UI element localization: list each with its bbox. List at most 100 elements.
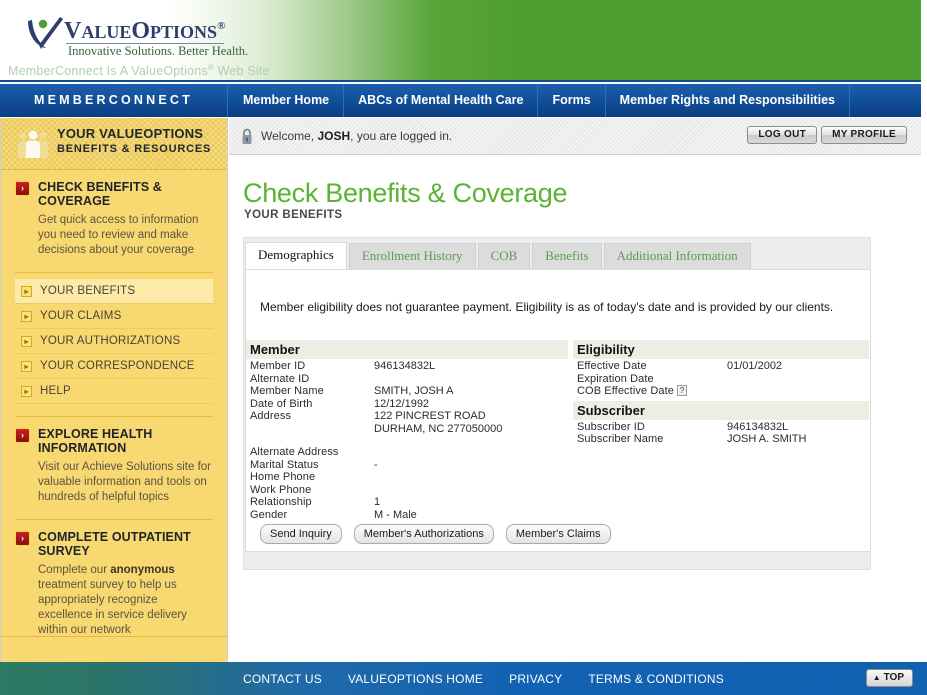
checkmark-swoosh-icon <box>28 17 63 49</box>
field-label <box>250 423 374 436</box>
brand-memberconnect[interactable]: MEMBERCONNECT <box>0 84 228 117</box>
field-label: COB Effective Date? <box>577 385 727 398</box>
field-value: M - Male <box>374 508 417 521</box>
nav-item-member-home[interactable]: Member Home <box>229 84 345 117</box>
member-row-date-of-birth: Date of Birth 12/12/1992 <box>246 398 568 411</box>
masthead: VALUEOPTIONS® Innovative Solutions. Bett… <box>0 0 921 82</box>
welcome-username: JOSH <box>317 129 351 143</box>
arrow-square-icon: ▸ <box>21 310 32 322</box>
valueoptions-logo[interactable]: VALUEOPTIONS® Innovative Solutions. Bett… <box>26 13 248 61</box>
field-label: Address <box>250 410 292 422</box>
cob-label-text: COB Effective Date <box>577 385 674 397</box>
top-label: TOP <box>883 672 904 683</box>
field-value <box>374 471 568 484</box>
page-subtitle: YOUR BENEFITS <box>244 209 343 221</box>
chevron-right-icon: › <box>15 531 30 546</box>
action-buttons: Send Inquiry Member's Authorizations Mem… <box>260 524 611 544</box>
sidebar-section-header[interactable]: › CHECK BENEFITS & COVERAGE <box>15 180 213 208</box>
sidebar-section-outpatient-survey: › COMPLETE OUTPATIENT SURVEY Complete ou… <box>1 520 227 644</box>
sidebar-item-label: YOUR CLAIMS <box>40 310 122 322</box>
field-label: Relationship <box>250 496 312 508</box>
sidebar-item-your-authorizations[interactable]: ▸ YOUR AUTHORIZATIONS <box>15 329 213 354</box>
field-value <box>727 385 869 398</box>
sidebar-section-title: COMPLETE OUTPATIENT SURVEY <box>38 530 191 558</box>
eligibility-row-effective-date: Effective Date 01/01/2002 <box>573 360 869 373</box>
desc-pre: Complete our <box>38 564 111 576</box>
sidebar-item-your-correspondence[interactable]: ▸ YOUR CORRESPONDENCE <box>15 354 213 379</box>
nav-item-abcs[interactable]: ABCs of Mental Health Care <box>344 84 539 117</box>
my-profile-button[interactable]: MY PROFILE <box>821 126 907 144</box>
footer-link-valueoptions-home[interactable]: VALUEOPTIONS HOME <box>348 672 483 686</box>
welcome-message: Welcome, JOSH, you are logged in. <box>261 129 452 143</box>
welcome-bar: Welcome, JOSH, you are logged in. LOG OU… <box>229 118 921 155</box>
sidebar-section-desc: Visit our Achieve Solutions site for val… <box>38 461 212 503</box>
sidebar-item-help[interactable]: ▸ HELP <box>15 379 213 404</box>
sidebar-section-header[interactable]: › EXPLORE HEALTH INFORMATION <box>15 427 213 455</box>
arrow-square-icon: ▸ <box>21 385 32 397</box>
members-authorizations-button[interactable]: Member's Authorizations <box>353 524 494 544</box>
back-to-top-button[interactable]: ▲ TOP <box>865 669 913 687</box>
logo-tagline: Innovative Solutions. Better Health. <box>68 44 249 58</box>
sidebar-item-your-benefits[interactable]: ▸ YOUR BENEFITS <box>15 279 213 304</box>
footer-link-privacy[interactable]: PRIVACY <box>509 672 562 686</box>
field-value: - <box>374 458 378 471</box>
main-navigation: MEMBERCONNECT Member Home ABCs of Mental… <box>0 84 921 117</box>
field-label: Gender <box>250 508 288 521</box>
subscriber-row-subscriber-id: Subscriber ID 946134832L <box>573 421 869 434</box>
triangle-up-icon: ▲ <box>872 673 881 682</box>
field-label: Alternate Address <box>250 446 339 458</box>
send-inquiry-button[interactable]: Send Inquiry <box>260 524 342 544</box>
footer-link-terms-conditions[interactable]: TERMS & CONDITIONS <box>588 672 724 686</box>
desc-bold: anonymous <box>110 564 175 576</box>
sidebar-section-title: CHECK BENEFITS & COVERAGE <box>38 180 162 208</box>
site-tagline: MemberConnect Is A ValueOptions® Web Sit… <box>8 63 270 79</box>
nav-items: Member Home ABCs of Mental Health Care F… <box>229 84 850 117</box>
sidebar-header: YOUR VALUEOPTIONS BENEFITS & RESOURCES <box>1 118 227 170</box>
footer-link-contact-us[interactable]: CONTACT US <box>243 672 322 686</box>
field-value <box>727 373 869 386</box>
chevron-right-icon: › <box>15 181 30 196</box>
field-value: 946134832L <box>727 420 789 433</box>
tab-enrollment-history[interactable]: Enrollment History <box>348 243 476 269</box>
welcome-post: , you are logged in. <box>350 129 453 143</box>
field-value: DURHAM, NC 277050000 <box>374 422 503 435</box>
field-label: Date of Birth <box>250 397 313 410</box>
tab-benefits[interactable]: Benefits <box>532 243 602 269</box>
sidebar-item-your-claims[interactable]: ▸ YOUR CLAIMS <box>15 304 213 329</box>
sidebar-footer-spacer <box>0 636 228 662</box>
field-value: JOSH A. SMITH <box>727 433 807 445</box>
sidebar-header-title: YOUR VALUEOPTIONS <box>57 126 204 141</box>
member-row-relationship: Relationship 1 <box>246 496 568 509</box>
arrow-square-icon: ▸ <box>21 335 32 347</box>
field-value: 946134832L <box>374 360 436 372</box>
field-label: Alternate ID <box>250 372 310 385</box>
sidebar-item-label: YOUR BENEFITS <box>40 285 136 297</box>
sidebar-section-header[interactable]: › COMPLETE OUTPATIENT SURVEY <box>15 530 213 558</box>
field-label: Effective Date <box>577 360 647 372</box>
nav-item-forms[interactable]: Forms <box>538 84 606 117</box>
content-card: Demographics Enrollment History COB Bene… <box>243 237 871 570</box>
member-heading: Member <box>246 340 568 359</box>
field-label: Member Name <box>250 385 324 397</box>
tab-additional-information[interactable]: Additional Information <box>603 243 751 269</box>
sidebar-section-desc: Complete our anonymous treatment survey … <box>38 563 213 638</box>
sidebar-header-subtitle: BENEFITS & RESOURCES <box>57 143 212 155</box>
footer: CONTACT US VALUEOPTIONS HOME PRIVACY TER… <box>0 662 927 695</box>
sidebar-section-check-benefits: › CHECK BENEFITS & COVERAGE Get quick ac… <box>1 170 227 264</box>
nav-item-member-rights[interactable]: Member Rights and Responsibilities <box>606 84 850 117</box>
member-row-alternate-address: Alternate Address <box>246 446 568 459</box>
tab-demographics[interactable]: Demographics <box>245 242 347 269</box>
subscriber-row-subscriber-name: Subscriber Name JOSH A. SMITH <box>573 433 869 446</box>
tab-cob[interactable]: COB <box>477 243 531 269</box>
member-row-marital-status: Marital Status - <box>246 459 568 472</box>
field-label: Home Phone <box>250 471 316 483</box>
member-row-home-phone: Home Phone <box>246 471 568 484</box>
members-claims-button[interactable]: Member's Claims <box>505 524 611 544</box>
field-label: Member ID <box>250 360 306 372</box>
arrow-square-icon: ▸ <box>21 360 32 372</box>
sidebar-section-title: EXPLORE HEALTH INFORMATION <box>38 427 153 455</box>
field-value <box>374 446 568 459</box>
log-out-button[interactable]: LOG OUT <box>747 126 817 144</box>
field-label: Subscriber Name <box>577 433 664 445</box>
help-question-icon[interactable]: ? <box>676 385 687 396</box>
